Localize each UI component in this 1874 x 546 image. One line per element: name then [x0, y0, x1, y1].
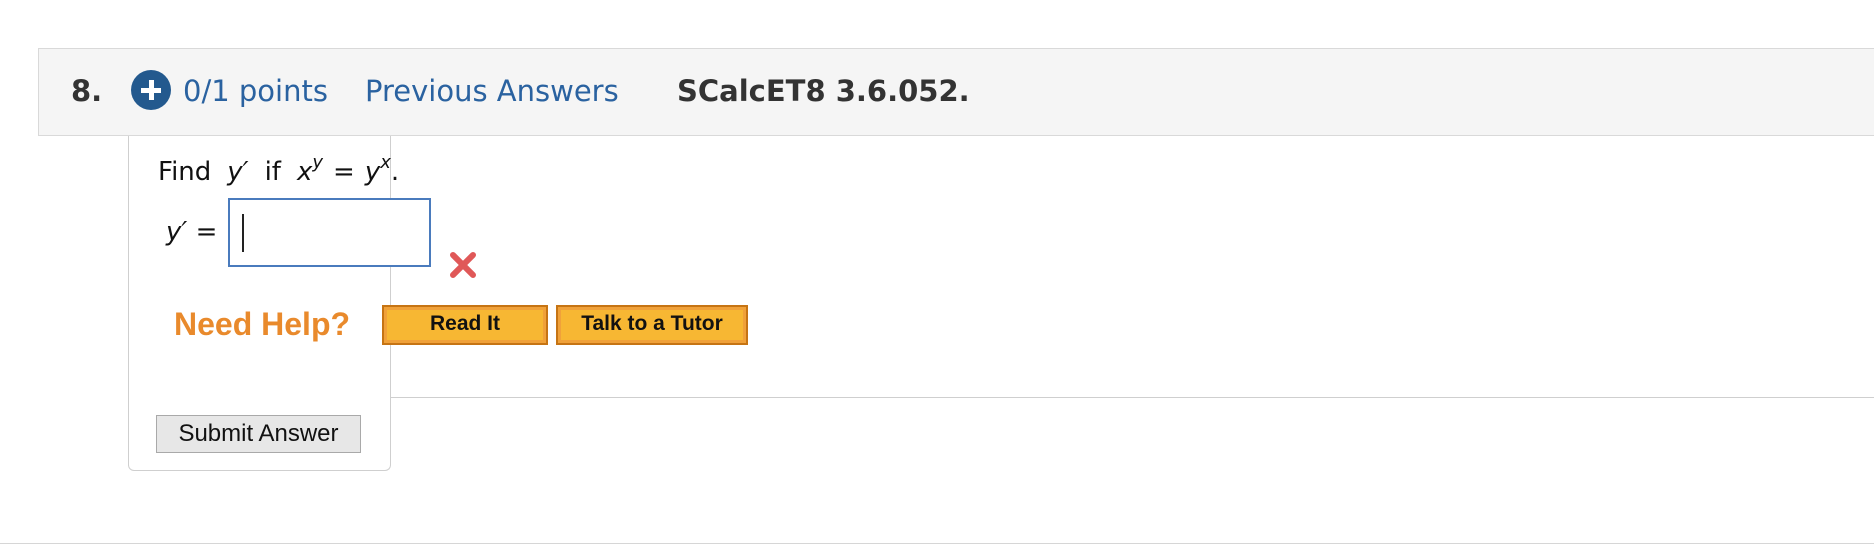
- incorrect-x-icon: [450, 252, 476, 278]
- prompt-y-prime: y′: [227, 157, 249, 187]
- read-it-button[interactable]: Read It: [382, 305, 548, 345]
- answer-label-var: y′: [166, 217, 188, 247]
- talk-to-tutor-button[interactable]: Talk to a Tutor: [556, 305, 748, 345]
- plus-icon[interactable]: [131, 70, 171, 110]
- question-number: 8.: [71, 74, 103, 108]
- answer-label-eq: =: [195, 217, 218, 247]
- submit-answer-button[interactable]: Submit Answer: [156, 415, 361, 453]
- need-help-label: Need Help?: [174, 306, 351, 342]
- previous-answers-link[interactable]: Previous Answers: [365, 71, 619, 111]
- prompt-if: if: [264, 157, 281, 187]
- prompt-base-y: y: [364, 157, 381, 187]
- question-reference: SCalcET8 3.6.052.: [677, 74, 970, 108]
- prompt-exp-y: y: [312, 152, 324, 173]
- prompt-period: .: [390, 157, 400, 187]
- answer-input[interactable]: [228, 198, 431, 267]
- prompt-equals: =: [333, 157, 355, 187]
- prompt-find: Find: [158, 157, 212, 187]
- prompt-base-x: x: [296, 157, 313, 187]
- text-cursor: [242, 214, 244, 252]
- divider: [390, 397, 1874, 398]
- divider: [0, 543, 1874, 544]
- question-header: 8. 0/1 points Previous Answers SCalcET8 …: [38, 48, 1874, 136]
- question-prompt: Find y′ if xy = yx.: [158, 154, 399, 190]
- prompt-exp-x: x: [380, 152, 391, 173]
- question-page: 8. 0/1 points Previous Answers SCalcET8 …: [0, 0, 1874, 546]
- answer-label: y′ =: [166, 214, 217, 250]
- points-link[interactable]: 0/1 points: [183, 71, 328, 111]
